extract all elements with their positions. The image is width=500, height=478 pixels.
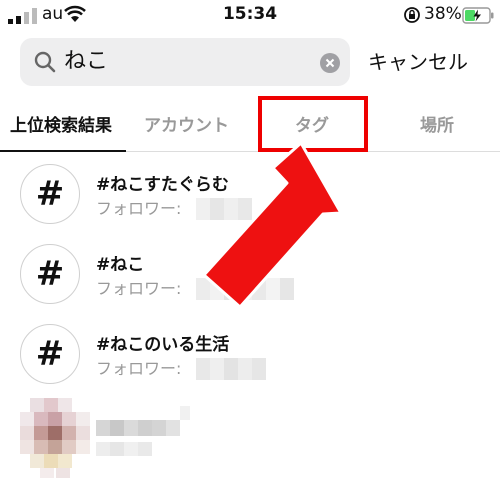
pixelated-account-row (20, 398, 190, 478)
search-input[interactable]: ねこ (64, 46, 108, 78)
active-tab-indicator (0, 150, 126, 152)
result-followers-label: フォロワー: (96, 199, 182, 218)
rotation-lock-icon (404, 7, 420, 23)
tab-places[interactable]: 場所 (420, 114, 454, 138)
result-followers-label: フォロワー: (96, 359, 182, 378)
pixelated-follower-count (196, 358, 266, 380)
clear-icon[interactable] (320, 53, 340, 73)
tab-top-results[interactable]: 上位検索結果 (10, 114, 112, 138)
search-icon (34, 51, 56, 73)
result-title[interactable]: #ねこのいる生活 (96, 334, 229, 356)
pointer-arrow-annotation (202, 141, 343, 309)
status-bar: au 15:34 38% (0, 0, 500, 30)
battery-charging-icon (462, 7, 494, 24)
cancel-button[interactable]: キャンセル (368, 46, 468, 78)
hashtag-icon: # (20, 324, 80, 384)
result-title[interactable]: #ねこ (96, 254, 144, 276)
battery-percent: 38% (424, 4, 462, 24)
hashtag-icon: # (20, 164, 80, 224)
result-followers-label: フォロワー: (96, 279, 182, 298)
hashtag-icon: # (20, 244, 80, 304)
